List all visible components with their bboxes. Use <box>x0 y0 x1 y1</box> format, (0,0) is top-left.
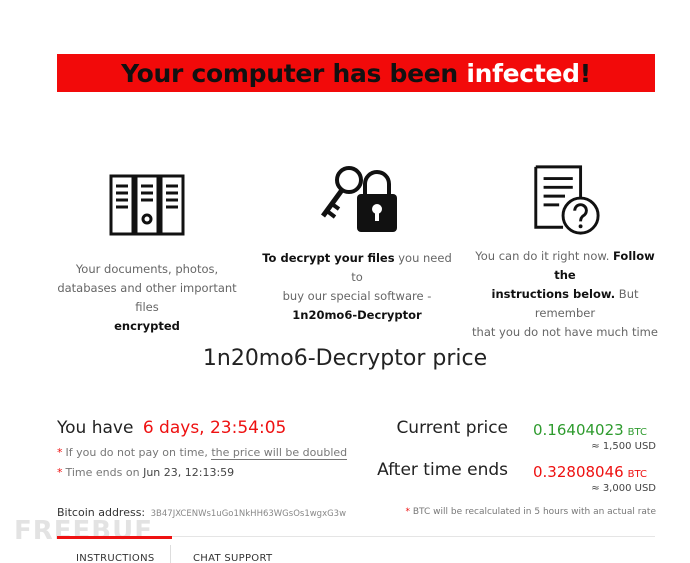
feature-2-line2: buy our special software - <box>282 289 432 303</box>
feature-1-line2: databases and other important files <box>57 281 237 314</box>
asterisk-icon: * <box>405 507 410 517</box>
feature-encrypted: Your documents, photos, databases and ot… <box>52 168 242 336</box>
double-price-note: * If you do not pay on time, the price wi… <box>57 446 348 460</box>
feature-instructions: You can do it right now. Follow the inst… <box>470 163 660 342</box>
server-files-icon <box>109 174 185 236</box>
current-price-usd: ≈ 1,500 USD <box>591 441 656 452</box>
countdown-label: You have <box>57 418 134 438</box>
price-title: 1n20mo6-Decryptor price <box>202 346 488 371</box>
current-price-btc: 0.16404023 <box>533 421 624 439</box>
document-question-icon <box>534 165 600 235</box>
tab-instructions[interactable]: INSTRUCTIONS <box>76 553 155 563</box>
feature-1-bold: encrypted <box>114 319 180 333</box>
time-ends-value: Jun 23, 12:13:59 <box>143 466 235 479</box>
feature-instructions-text: You can do it right now. Follow the inst… <box>470 247 660 342</box>
bitcoin-address-value[interactable]: 3B47JXCENWs1uGo1NkHH63WGsOs1wgxG3w <box>151 509 346 519</box>
time-ends-note: * Time ends on Jun 23, 12:13:59 <box>57 466 234 479</box>
tab-divider <box>170 545 171 563</box>
feature-1-line1: Your documents, photos, <box>75 262 219 276</box>
after-price-btc: 0.32808046 <box>533 463 624 481</box>
feature-3-bold2: instructions below. <box>491 287 616 301</box>
feature-encrypted-text: Your documents, photos, databases and ot… <box>52 260 242 336</box>
current-price-value: 0.16404023 BTC <box>533 421 647 439</box>
banner-highlight: infected <box>466 58 580 88</box>
infection-banner: Your computer has been infected! <box>57 54 655 92</box>
current-price-currency: BTC <box>627 427 648 438</box>
tab-chat-support[interactable]: CHAT SUPPORT <box>193 553 272 563</box>
key-lock-icon <box>320 166 397 232</box>
asterisk-icon: * <box>57 446 63 459</box>
countdown: You have 6 days, 23:54:05 <box>57 418 286 438</box>
current-price-label: Current price <box>396 418 508 438</box>
after-price-label: After time ends <box>377 460 508 480</box>
active-tab-indicator <box>57 536 172 539</box>
banner-text-after: ! <box>579 58 591 88</box>
after-price-usd: ≈ 3,000 USD <box>591 483 656 494</box>
recalc-note: * BTC will be recalculated in 5 hours wi… <box>405 507 656 517</box>
price-doubled-link[interactable]: the price will be doubled <box>211 446 348 460</box>
double-price-prefix: If you do not pay on time, <box>65 446 212 459</box>
after-price-currency: BTC <box>627 469 648 480</box>
after-price-value: 0.32808046 BTC <box>533 463 647 481</box>
recalc-note-text: BTC will be recalculated in 5 hours with… <box>412 507 656 517</box>
feature-3-line1: You can do it right now. <box>475 249 614 263</box>
feature-3-line3: that you do not have much time <box>472 325 658 339</box>
time-ends-label: Time ends on <box>65 466 144 479</box>
feature-decrypt-text: To decrypt your files you need to buy ou… <box>262 249 452 325</box>
banner-text-before: Your computer has been <box>121 58 467 88</box>
banner-title: Your computer has been infected! <box>121 59 591 88</box>
asterisk-icon: * <box>57 466 63 479</box>
countdown-timer: 6 days, 23:54:05 <box>142 418 287 438</box>
feature-2-bold: To decrypt your files <box>262 251 395 265</box>
feature-2-product: 1n20mo6-Decryptor <box>292 308 422 322</box>
feature-decrypt: To decrypt your files you need to buy ou… <box>262 163 452 325</box>
